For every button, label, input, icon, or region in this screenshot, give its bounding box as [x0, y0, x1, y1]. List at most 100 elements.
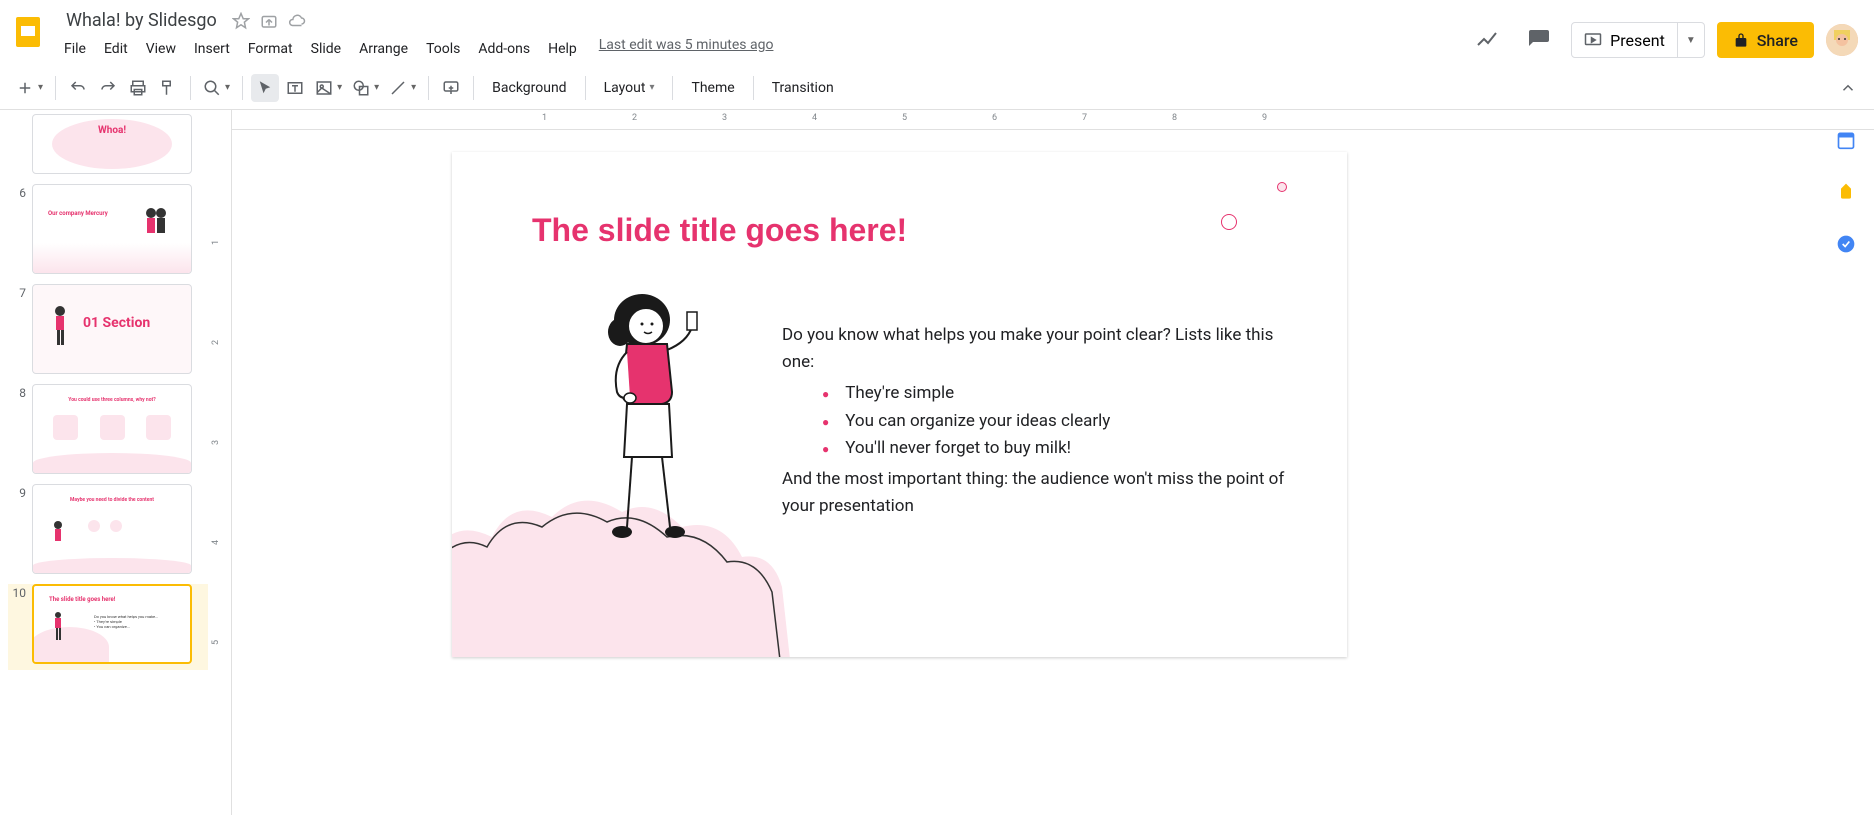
ruler-mark: 3 [722, 113, 727, 123]
filmstrip[interactable]: Whoa! 6 Our company Mercury 7 01 Section… [0, 110, 212, 815]
new-slide-button[interactable]: ▾ [12, 74, 47, 102]
redo-button[interactable] [94, 74, 122, 102]
slide-thumb-wrap: 8 You could use three columns, why not? [8, 384, 208, 474]
ruler-mark: 6 [992, 113, 997, 123]
menubar: File Edit View Insert Format Slide Arran… [52, 33, 1467, 61]
divider [55, 76, 56, 100]
slide-title[interactable]: The slide title goes here! [532, 212, 907, 249]
comments-icon[interactable] [1519, 20, 1559, 60]
menu-arrange[interactable]: Arrange [351, 37, 416, 61]
textbox-button[interactable] [281, 74, 309, 102]
share-label: Share [1757, 31, 1798, 50]
divider [672, 76, 673, 100]
slides-logo[interactable] [8, 12, 48, 52]
slide-body-textbox[interactable]: Do you know what helps you make your poi… [782, 322, 1302, 524]
present-dropdown[interactable]: ▼ [1677, 23, 1704, 57]
slide-number: 10 [8, 584, 26, 664]
slide-number [8, 114, 26, 174]
line-button[interactable]: ▾ [385, 74, 420, 102]
chevron-down-icon: ▾ [225, 82, 230, 93]
present-button[interactable]: Present [1572, 31, 1677, 50]
divider [190, 76, 191, 100]
image-button[interactable]: ▾ [311, 74, 346, 102]
doc-title[interactable]: Whala! by Slidesgo [60, 8, 223, 33]
slide-thumb[interactable]: You could use three columns, why not? [32, 384, 192, 474]
horizontal-ruler: 1 2 3 4 5 6 7 8 9 [232, 110, 1874, 130]
menu-insert[interactable]: Insert [186, 37, 238, 61]
calendar-panel-icon[interactable] [1836, 130, 1856, 150]
cloud-icon[interactable] [287, 11, 307, 31]
undo-button[interactable] [64, 74, 92, 102]
slide-number: 9 [8, 484, 26, 574]
paint-format-button[interactable] [154, 74, 182, 102]
vertical-ruler: 1 2 3 4 5 [212, 110, 232, 815]
chevron-down-icon: ▾ [649, 82, 654, 93]
thumb-title: The slide title goes here! [49, 596, 115, 603]
last-edit-link[interactable]: Last edit was 5 minutes ago [599, 37, 774, 61]
comment-button[interactable] [437, 74, 465, 102]
divider [428, 76, 429, 100]
decorative-circle[interactable] [1277, 182, 1287, 192]
menu-addons[interactable]: Add-ons [470, 37, 538, 61]
slide-thumb-active[interactable]: The slide title goes here! Do you know w… [32, 584, 192, 664]
move-icon[interactable] [259, 11, 279, 31]
slide-intro: Do you know what helps you make your poi… [782, 322, 1302, 376]
present-button-group: Present ▼ [1571, 22, 1705, 58]
user-avatar[interactable] [1826, 24, 1858, 56]
slide-number: 7 [8, 284, 26, 374]
star-icon[interactable] [231, 11, 251, 31]
header: Whala! by Slidesgo File Edit View Insert… [0, 0, 1874, 66]
slide-bullet-list: They're simple You can organize your ide… [782, 380, 1302, 462]
lock-icon [1733, 32, 1749, 48]
ruler-mark: 1 [542, 113, 547, 123]
ruler-mark: 2 [211, 340, 221, 345]
thumb-title: Whoa! [33, 125, 191, 136]
zoom-button[interactable]: ▾ [199, 74, 234, 102]
toolbar: ▾ ▾ ▾ ▾ ▾ Background Layout▾ Theme Trans… [0, 66, 1874, 110]
present-label: Present [1610, 31, 1665, 50]
shape-button[interactable]: ▾ [348, 74, 383, 102]
menu-slide[interactable]: Slide [303, 37, 349, 61]
select-tool[interactable] [251, 74, 279, 102]
divider [242, 76, 243, 100]
menu-format[interactable]: Format [240, 37, 301, 61]
menu-file[interactable]: File [56, 37, 94, 61]
slide-thumb-wrap: 9 Maybe you need to divide the content [8, 484, 208, 574]
ruler-mark: 7 [1082, 113, 1087, 123]
activity-icon[interactable] [1467, 20, 1507, 60]
title-row: Whala! by Slidesgo [52, 8, 1467, 33]
bullet-item: You'll never forget to buy milk! [822, 435, 1302, 462]
menu-help[interactable]: Help [540, 37, 585, 61]
ruler-mark: 3 [211, 440, 221, 445]
divider [753, 76, 754, 100]
slide-number: 8 [8, 384, 26, 474]
tasks-panel-icon[interactable] [1836, 234, 1856, 254]
collapse-toolbar-button[interactable] [1834, 74, 1862, 102]
slide-thumb[interactable]: Our company Mercury [32, 184, 192, 274]
right-sidebar [1818, 110, 1874, 254]
layout-button[interactable]: Layout▾ [594, 74, 665, 102]
slide-thumb[interactable]: 01 Section [32, 284, 192, 374]
keep-panel-icon[interactable] [1836, 182, 1856, 202]
slide-thumb[interactable]: Whoa! [32, 114, 192, 174]
person-illustration[interactable] [572, 292, 712, 552]
transition-button[interactable]: Transition [762, 74, 844, 102]
menu-view[interactable]: View [138, 37, 184, 61]
background-button[interactable]: Background [482, 74, 576, 102]
slide-thumb[interactable]: Maybe you need to divide the content [32, 484, 192, 574]
menu-edit[interactable]: Edit [96, 37, 136, 61]
present-icon [1584, 31, 1602, 49]
slide-canvas[interactable]: The slide title goes here! [452, 152, 1347, 657]
theme-button[interactable]: Theme [681, 74, 744, 102]
share-button[interactable]: Share [1717, 22, 1814, 58]
ruler-mark: 5 [211, 640, 221, 645]
slide-thumb-wrap: 7 01 Section [8, 284, 208, 374]
print-button[interactable] [124, 74, 152, 102]
decorative-circle[interactable] [1221, 214, 1237, 230]
menu-tools[interactable]: Tools [418, 37, 468, 61]
divider [585, 76, 586, 100]
divider [473, 76, 474, 100]
header-right: Present ▼ Share [1467, 20, 1858, 60]
canvas-area[interactable]: 1 2 3 4 5 6 7 8 9 The slide title goes h… [232, 110, 1874, 815]
chevron-down-icon: ▼ [1686, 35, 1696, 46]
